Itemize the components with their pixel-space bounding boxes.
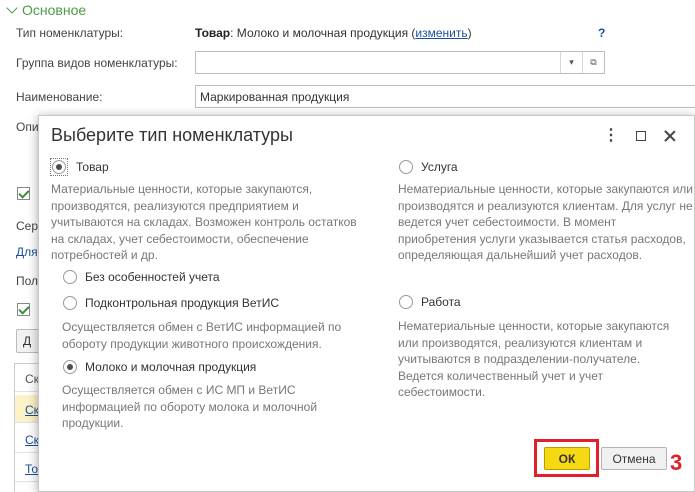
option-label-no-features: Без особенностей учета — [85, 270, 220, 284]
radio-option-usluga[interactable]: Услуга — [399, 160, 458, 174]
radio-focus — [50, 158, 68, 176]
checkbox-2[interactable] — [17, 303, 30, 316]
option-label-rabota: Работа — [421, 295, 461, 309]
series-label-fragment: Сер — [16, 219, 39, 233]
radio-option-no-features[interactable]: Без особенностей учета — [63, 270, 220, 284]
option-label-tovar: Товар — [76, 160, 109, 174]
description-label-fragment: Опи — [16, 120, 39, 134]
close-icon[interactable] — [660, 126, 680, 146]
cancel-button[interactable]: Отмена — [601, 447, 667, 470]
radio-tovar[interactable] — [52, 160, 66, 174]
radio-option-tovar[interactable]: Товар — [50, 158, 109, 176]
option-label-vetis: Подконтрольная продукция ВетИС — [85, 296, 279, 310]
radio-no-features[interactable] — [63, 270, 77, 284]
type-value-end: ) — [467, 26, 472, 40]
radio-option-milk[interactable]: Молоко и молочная продукция — [63, 360, 256, 374]
description-milk: Осуществляется обмен с ИС МП и ВетИС инф… — [62, 383, 318, 430]
name-field[interactable]: Маркированная продукция — [195, 85, 695, 108]
type-label: Тип номенклатуры: — [16, 26, 124, 40]
select-type-dialog: Выберите тип номенклатуры ⋮ Товар Матери… — [38, 115, 695, 492]
group-field[interactable]: ▾ ⧉ — [195, 51, 605, 74]
table-cell[interactable]: Ск — [25, 433, 39, 447]
help-icon[interactable]: ? — [598, 26, 605, 40]
name-value: Маркированная продукция — [200, 90, 350, 104]
description-rabota: Нематериальные ценности, которые закупаю… — [398, 319, 670, 399]
name-label: Наименование: — [16, 90, 103, 104]
radio-vetis[interactable] — [63, 296, 77, 310]
checkbox-1[interactable] — [17, 187, 30, 200]
table-cell[interactable]: Ск — [25, 403, 39, 417]
dropdown-icon[interactable]: ▾ — [560, 52, 582, 73]
radio-option-rabota[interactable]: Работа — [399, 295, 461, 309]
type-value: Товар: Молоко и молочная продукция (изме… — [195, 26, 472, 40]
table-cell[interactable]: То — [25, 462, 38, 476]
option-label-usluga: Услуга — [421, 160, 458, 174]
step-number: 3 — [670, 450, 683, 475]
dialog-title: Выберите тип номенклатуры — [51, 125, 293, 145]
open-icon[interactable]: ⧉ — [582, 52, 604, 73]
field-label-fragment: Пол — [16, 274, 39, 288]
background-button-label: Д — [23, 334, 32, 348]
highlight-box — [534, 439, 599, 477]
radio-option-vetis[interactable]: Подконтрольная продукция ВетИС — [63, 296, 279, 310]
radio-usluga[interactable] — [399, 160, 413, 174]
maximize-icon[interactable] — [631, 126, 651, 146]
option-label-milk: Молоко и молочная продукция — [85, 360, 257, 374]
type-value-bold: Товар — [195, 26, 231, 40]
description-vetis: Осуществляется обмен с ВетИС информацией… — [62, 320, 342, 351]
radio-rabota[interactable] — [399, 295, 413, 309]
section-title: Основное — [22, 2, 87, 18]
description-tovar: Материальные ценности, которые закупаютс… — [51, 182, 357, 262]
section-header-main[interactable]: Основное — [6, 2, 87, 18]
change-type-link[interactable]: изменить — [415, 26, 467, 40]
chevron-down-icon — [6, 2, 18, 14]
table-header-cell: Ск — [25, 372, 39, 386]
link-fragment[interactable]: Для — [16, 245, 38, 259]
type-value-rest: : Молоко и молочная продукция ( — [230, 26, 416, 40]
group-label: Группа видов номенклатуры: — [16, 56, 178, 70]
description-usluga: Нематериальные ценности, которые закупаю… — [398, 182, 694, 262]
radio-milk[interactable] — [63, 360, 77, 374]
more-menu-icon[interactable]: ⋮ — [601, 126, 621, 146]
